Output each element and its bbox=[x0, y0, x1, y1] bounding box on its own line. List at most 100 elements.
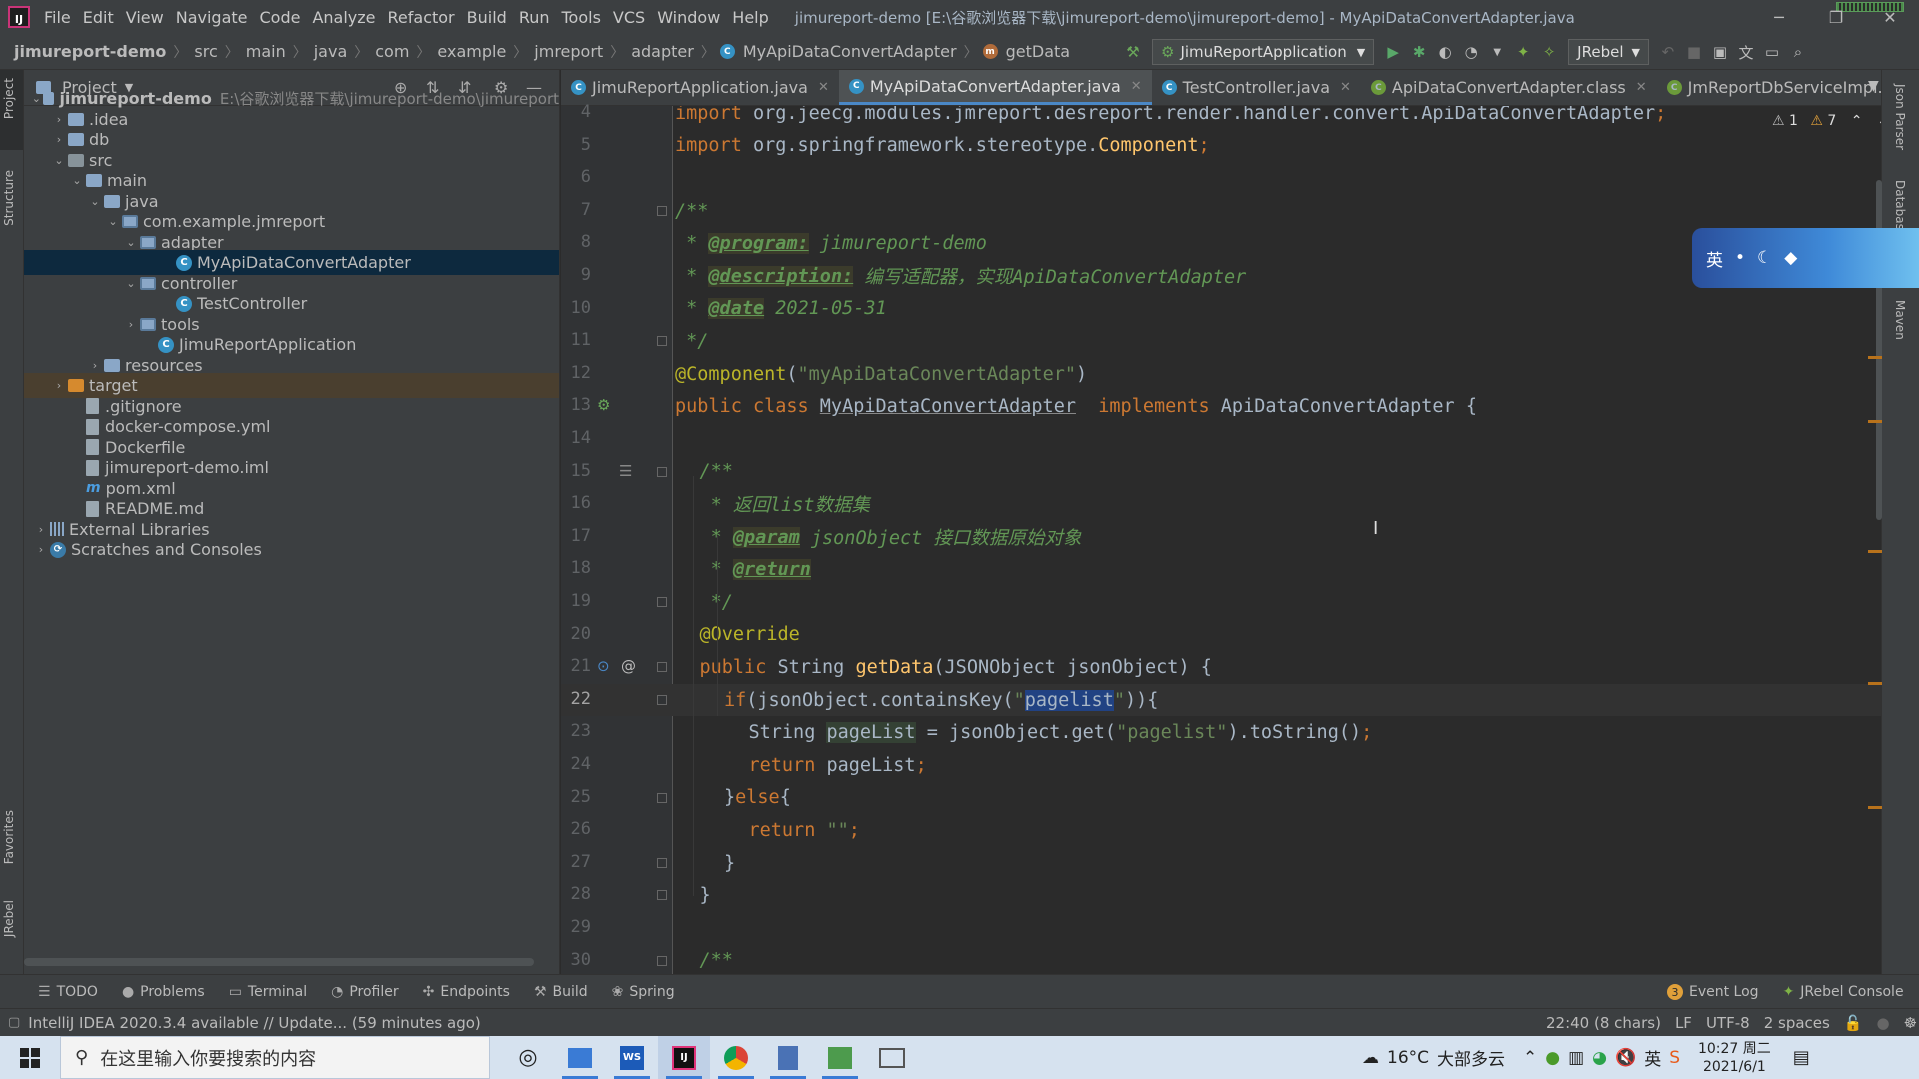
error-stripe-mark[interactable] bbox=[1868, 356, 1882, 359]
search-everywhere-icon[interactable]: ⌕ bbox=[1785, 39, 1811, 65]
breadcrumb-item[interactable]: getData bbox=[1004, 42, 1072, 61]
fold-marker-icon[interactable] bbox=[657, 662, 667, 673]
line-number[interactable]: 25 bbox=[561, 787, 591, 807]
menu-file[interactable]: File bbox=[38, 8, 77, 27]
taskbar-app-webstorm[interactable]: WS bbox=[606, 1036, 658, 1079]
weather-description[interactable]: 大部多云 bbox=[1437, 1045, 1505, 1070]
breadcrumb-item[interactable]: src bbox=[192, 42, 219, 61]
error-stripe-mark[interactable] bbox=[1868, 806, 1882, 809]
debug-icon[interactable]: ✱ bbox=[1406, 39, 1432, 65]
chevron-right-icon[interactable]: › bbox=[32, 523, 50, 536]
code-line[interactable]: return pageList; bbox=[749, 749, 927, 782]
line-separator[interactable]: LF bbox=[1675, 1014, 1692, 1032]
menu-vcs[interactable]: VCS bbox=[607, 8, 651, 27]
menu-analyze[interactable]: Analyze bbox=[306, 8, 381, 27]
restore-button[interactable]: ❐ bbox=[1814, 0, 1858, 34]
breadcrumb-item[interactable]: example bbox=[435, 42, 508, 61]
rerun-icon[interactable]: ↶ bbox=[1655, 39, 1681, 65]
breadcrumb-item[interactable]: jmreport bbox=[532, 42, 605, 61]
build-hammer-icon[interactable]: ⚒ bbox=[1120, 39, 1146, 65]
taskbar-app-intellij[interactable]: IJ bbox=[658, 1036, 710, 1079]
code-line[interactable]: return ""; bbox=[749, 814, 860, 847]
editor-tab[interactable]: CJmReportDbServiceImpl.class✕ bbox=[1657, 70, 1899, 105]
weather-cloud-icon[interactable]: ☁ bbox=[1362, 1048, 1379, 1068]
line-number[interactable]: 9 bbox=[561, 265, 591, 285]
close-tab-icon[interactable]: ✕ bbox=[1636, 80, 1647, 95]
code-line[interactable]: public class MyApiDataConvertAdapter imp… bbox=[675, 390, 1477, 423]
line-number[interactable]: 18 bbox=[561, 558, 591, 578]
line-number[interactable]: 19 bbox=[561, 591, 591, 611]
line-number[interactable]: 7 bbox=[561, 200, 591, 220]
code-line[interactable]: /** bbox=[700, 456, 733, 489]
tray-app-icon[interactable]: ● bbox=[1545, 1048, 1560, 1068]
moon-icon[interactable]: ☾ bbox=[1757, 248, 1772, 268]
tray-chevron-up-icon[interactable]: ⌃ bbox=[1523, 1048, 1537, 1068]
chevron-down-icon[interactable]: ⌄ bbox=[30, 92, 43, 105]
line-number[interactable]: 22 bbox=[561, 689, 591, 709]
menu-help[interactable]: Help bbox=[726, 8, 774, 27]
error-stripe-mark[interactable] bbox=[1868, 550, 1882, 553]
breadcrumb-item[interactable]: com bbox=[373, 42, 411, 61]
punctuation-icon[interactable]: • bbox=[1735, 248, 1745, 268]
tool-tab-favorites[interactable]: Favorites bbox=[2, 810, 16, 864]
code-line[interactable]: } bbox=[724, 847, 735, 880]
line-number[interactable]: 23 bbox=[561, 721, 591, 741]
line-number[interactable]: 5 bbox=[561, 135, 591, 155]
jrebel-select[interactable]: JRebel ▼ bbox=[1568, 39, 1649, 65]
line-number[interactable]: 4 bbox=[561, 102, 591, 122]
tool-window-todo[interactable]: ☰ TODO bbox=[26, 984, 110, 1000]
taskbar-app-explorer[interactable] bbox=[554, 1036, 606, 1079]
chevron-right-icon[interactable]: › bbox=[122, 318, 140, 331]
line-number[interactable]: 13 bbox=[561, 395, 591, 415]
fold-marker-icon[interactable] bbox=[657, 857, 667, 868]
breadcrumb-item[interactable]: adapter bbox=[629, 42, 696, 61]
weather-temperature[interactable]: 16°C bbox=[1387, 1048, 1429, 1068]
code-line[interactable]: } bbox=[700, 879, 711, 912]
windows-start-icon[interactable] bbox=[0, 1036, 60, 1079]
ime-toolbar[interactable]: 英 • ☾ ◆ bbox=[1692, 228, 1919, 288]
fold-marker-icon[interactable] bbox=[657, 205, 667, 216]
fold-marker-icon[interactable] bbox=[657, 336, 667, 347]
line-number[interactable]: 20 bbox=[561, 624, 591, 644]
memory-icon[interactable]: ☸ bbox=[1904, 1014, 1917, 1032]
render-doc-icon[interactable]: ☰ bbox=[619, 462, 632, 480]
more-run-chevron-icon[interactable]: ▼ bbox=[1484, 39, 1510, 65]
chevron-down-icon[interactable]: ⌄ bbox=[122, 277, 140, 290]
menu-refactor[interactable]: Refactor bbox=[382, 8, 461, 27]
line-number[interactable]: 30 bbox=[561, 950, 591, 970]
close-tab-icon[interactable]: ✕ bbox=[1340, 80, 1351, 95]
line-number[interactable]: 21 bbox=[561, 656, 591, 676]
tool-window-spring[interactable]: ❀ Spring bbox=[600, 984, 687, 1000]
tool-tab-project[interactable]: Project bbox=[2, 78, 16, 119]
editor-tab[interactable]: C TestController.java ✕ bbox=[1152, 70, 1361, 105]
chevron-down-icon[interactable]: ⌄ bbox=[122, 236, 140, 249]
implements-method-icon[interactable]: ⊙ bbox=[597, 657, 610, 675]
chevron-right-icon[interactable]: › bbox=[50, 379, 68, 392]
code-line[interactable]: /** bbox=[700, 945, 733, 974]
wechat-icon[interactable]: ◕ bbox=[1592, 1048, 1607, 1068]
previous-highlight-icon[interactable]: ⌃ bbox=[1851, 113, 1863, 129]
ime-language-label[interactable]: 英 bbox=[1706, 246, 1723, 271]
menu-window[interactable]: Window bbox=[651, 8, 726, 27]
inspection-icon[interactable]: ● bbox=[1877, 1014, 1890, 1032]
horizontal-scrollbar[interactable] bbox=[24, 958, 534, 966]
event-log-button[interactable]: 3 Event Log bbox=[1655, 984, 1771, 1000]
inspection-widget[interactable]: ⚠ 1 ⚠ 7 ⌃ ⌄ bbox=[1772, 113, 1889, 129]
tool-window-endpoints[interactable]: ✣ Endpoints bbox=[411, 984, 522, 1000]
menu-build[interactable]: Build bbox=[461, 8, 513, 27]
fold-marker-icon[interactable] bbox=[657, 597, 667, 607]
code-line[interactable]: @Component("myApiDataConvertAdapter") bbox=[675, 358, 1087, 391]
close-button[interactable]: ✕ bbox=[1868, 0, 1912, 34]
minimize-button[interactable]: ─ bbox=[1757, 0, 1801, 34]
line-number[interactable]: 12 bbox=[561, 363, 591, 383]
translate-icon[interactable]: 文 bbox=[1733, 39, 1759, 65]
menu-edit[interactable]: Edit bbox=[77, 8, 120, 27]
fold-marker-icon[interactable] bbox=[657, 955, 667, 966]
project-structure-icon[interactable]: ▣ bbox=[1707, 39, 1733, 65]
tool-window-build[interactable]: ⚒ Build bbox=[522, 984, 600, 1000]
line-number[interactable]: 15 bbox=[561, 461, 591, 481]
line-number[interactable]: 11 bbox=[561, 330, 591, 350]
error-stripe-mark[interactable] bbox=[1868, 420, 1882, 423]
run-icon[interactable]: ▶ bbox=[1380, 39, 1406, 65]
fold-marker-icon[interactable] bbox=[657, 466, 667, 477]
